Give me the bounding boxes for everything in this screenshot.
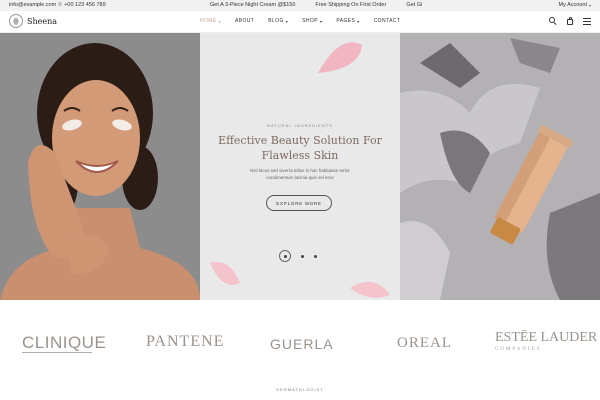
hero-headline: Effective Beauty Solution For Flawless S… [215, 133, 385, 163]
slide-dot-1[interactable] [279, 250, 291, 262]
brand-logo-estee-sub: COMPANIES [495, 347, 542, 352]
product-illustration [400, 33, 600, 300]
headline-line: Flawless Skin [261, 149, 339, 162]
nav-label: PAGES [336, 18, 356, 24]
nav-label: BLOG [268, 18, 284, 24]
hero-section: NATURAL INGREDIENTS Effective Beauty Sol… [0, 33, 600, 300]
section-kicker: DERMATOLOGIST [276, 387, 324, 392]
chevron-down-icon: ▾ [357, 18, 360, 24]
brand-logo-oreal[interactable]: OREAL [397, 335, 452, 352]
main-nav: HOME ▾ ABOUT BLOG ▾ SHOP ▾ PAGES ▾ CONTA… [200, 18, 400, 24]
brand-logos-section: CLINIQUE PANTENE GUERLA OREAL ESTĒE LAUD… [0, 300, 600, 400]
slider-pagination [279, 250, 317, 262]
nav-item-home[interactable]: HOME ▾ [200, 18, 221, 24]
bag-icon[interactable] [566, 17, 574, 25]
nav-label: SHOP [302, 18, 318, 24]
search-icon[interactable] [549, 17, 557, 25]
chevron-down-icon: ▾ [218, 18, 222, 24]
contact-email[interactable]: info@example.com [9, 2, 56, 9]
divider [22, 352, 92, 353]
chevron-down-icon: ▾ [588, 3, 591, 8]
chevron-down-icon: ▾ [319, 18, 323, 24]
my-account-link[interactable]: My Account ▾ [559, 2, 591, 9]
promo-ticker: Get A 3-Piece Night Cream @$150 Free Shi… [210, 2, 422, 9]
top-bar: info@example.com ✆ +00 123 456 789 Get A… [0, 0, 600, 11]
hero-kicker: NATURAL INGREDIENTS [267, 123, 333, 128]
slide-dot-3[interactable] [314, 254, 317, 258]
nav-label: ABOUT [235, 18, 255, 24]
contact-phone[interactable]: ✆ +00 123 456 789 [58, 2, 106, 9]
nav-item-about[interactable]: ABOUT [235, 18, 254, 24]
brand-logo-guerla[interactable]: GUERLA [270, 336, 334, 352]
promo-item: Free Shipping On First Order [315, 2, 387, 8]
hero-subtext: Nisl lacus sed viverra tellus in hac hab… [235, 167, 365, 181]
nav-item-shop[interactable]: SHOP ▾ [302, 18, 322, 24]
my-account-label: My Account [558, 2, 587, 8]
brand-logo-clinique[interactable]: CLINIQUE [22, 333, 106, 353]
hero-portrait-image [0, 33, 200, 300]
chevron-down-icon: ▾ [285, 18, 289, 24]
promo-item: Get A 3-Piece Night Cream @$150 [210, 2, 296, 8]
site-logo[interactable]: ꙮ Sheena [9, 14, 57, 28]
subtext-line: Nisl lacus sed viverra tellus in hac hab… [250, 168, 350, 173]
slide-dot-2[interactable] [301, 254, 304, 258]
nav-label: HOME [200, 18, 217, 24]
subtext-line: condimentum lacinia quis vel eros [266, 175, 334, 180]
hero-text-panel: NATURAL INGREDIENTS Effective Beauty Sol… [200, 33, 400, 300]
portrait-illustration [0, 33, 200, 300]
nav-item-contact[interactable]: CONTACT [374, 18, 401, 24]
brand-logo-pantene[interactable]: PANTENE [146, 333, 224, 351]
explore-more-button[interactable]: EXPLORE MORE [266, 195, 332, 211]
nav-item-pages[interactable]: PAGES ▾ [336, 18, 359, 24]
brand-logo-estee-lauder[interactable]: ESTĒE LAUDER [495, 330, 597, 346]
headline-line: Effective Beauty Solution For [218, 134, 382, 147]
phone-icon: ✆ [58, 2, 63, 8]
logo-text: Sheena [27, 16, 58, 26]
header-actions [549, 17, 591, 25]
nav-item-blog[interactable]: BLOG ▾ [268, 18, 288, 24]
promo-item: Get Gi [406, 2, 423, 8]
hero-product-image [400, 33, 600, 300]
site-header: ꙮ Sheena HOME ▾ ABOUT BLOG ▾ SHOP ▾ PAGE… [0, 11, 600, 33]
phone-number: +00 123 456 789 [64, 2, 106, 8]
menu-icon[interactable] [583, 17, 591, 25]
logo-mark-icon: ꙮ [9, 14, 23, 28]
nav-label: CONTACT [373, 18, 401, 24]
